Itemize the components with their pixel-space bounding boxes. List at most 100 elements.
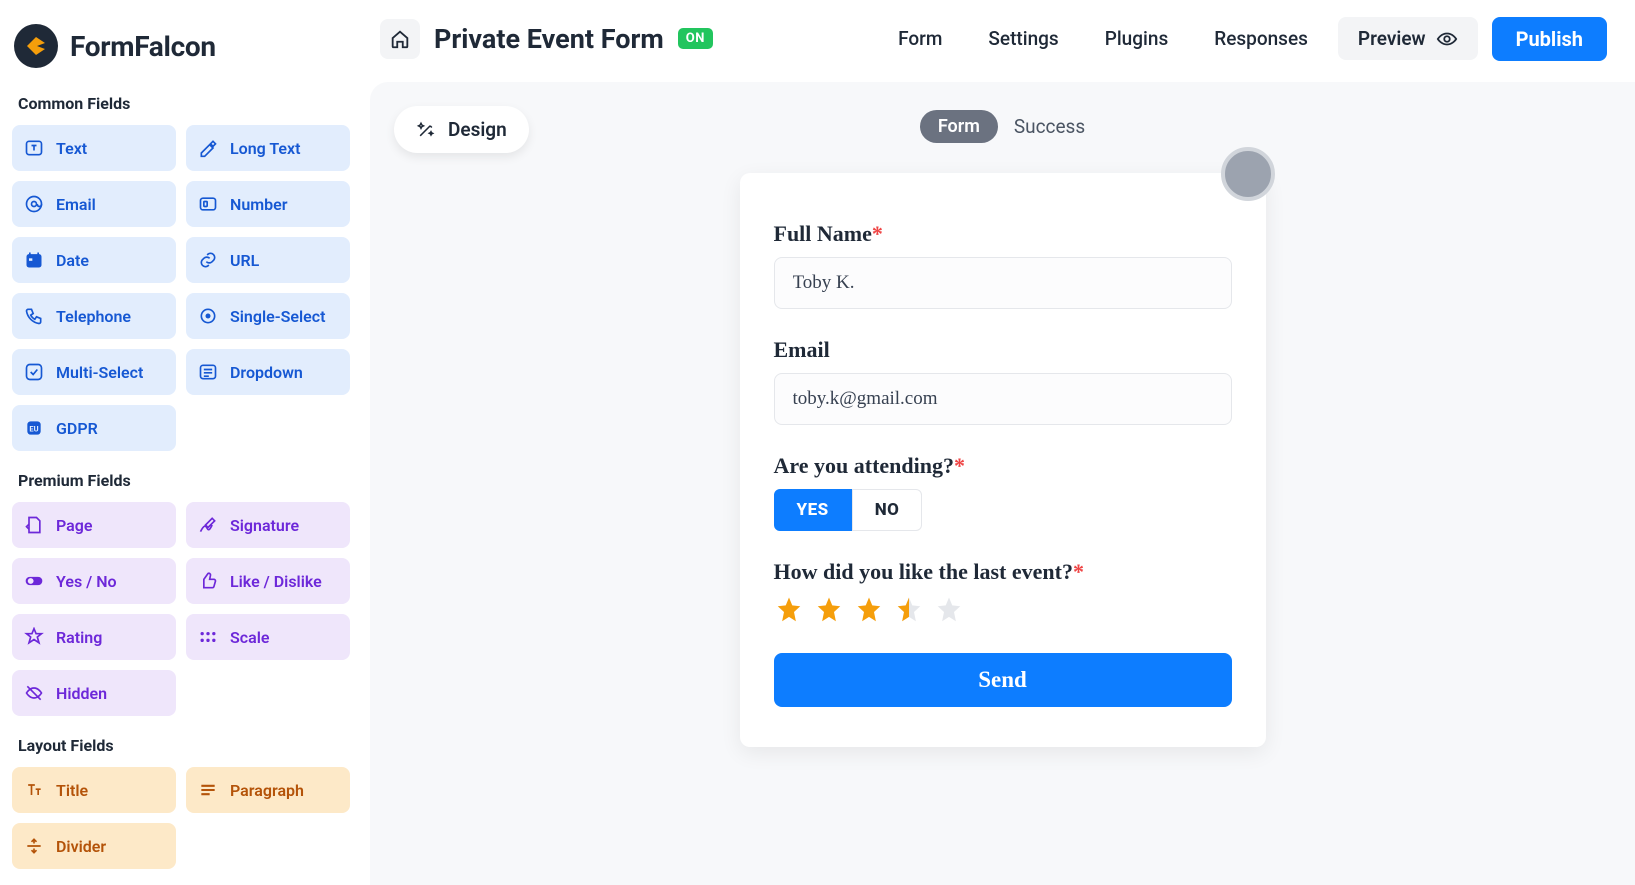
preview-label: Preview bbox=[1358, 27, 1426, 50]
status-badge: ON bbox=[678, 28, 713, 49]
field-chip-divider[interactable]: Divider bbox=[12, 823, 176, 869]
field-chip-label: Single-Select bbox=[230, 307, 325, 326]
field-label: Are you attending?* bbox=[774, 453, 1232, 479]
logo-icon bbox=[14, 24, 58, 68]
star-rating[interactable] bbox=[774, 595, 1232, 625]
field-chip-label: Telephone bbox=[56, 307, 131, 326]
form-card: Full Name* Email Are you attending?* Y bbox=[740, 173, 1266, 747]
field-chip-page[interactable]: Page bbox=[12, 502, 176, 548]
field-chip-yes-no[interactable]: Yes / No bbox=[12, 558, 176, 604]
nav-settings[interactable]: Settings bbox=[972, 19, 1074, 58]
field-chip-multi-select[interactable]: Multi-Select bbox=[12, 349, 176, 395]
field-chip-scale[interactable]: Scale bbox=[186, 614, 350, 660]
workarea: Design Form Success Full Name* Email bbox=[370, 82, 1635, 885]
divider-icon bbox=[24, 836, 44, 856]
home-icon bbox=[389, 28, 411, 50]
no-button[interactable]: NO bbox=[852, 489, 923, 531]
field-full-name: Full Name* bbox=[774, 221, 1232, 309]
field-chip-label: Long Text bbox=[230, 139, 301, 158]
section-title-layout: Layout Fields bbox=[18, 736, 350, 755]
brand-name: FormFalcon bbox=[70, 30, 216, 63]
field-chip-rating[interactable]: Rating bbox=[12, 614, 176, 660]
eye-icon bbox=[1436, 28, 1458, 50]
rating-icon bbox=[24, 627, 44, 647]
field-chip-label: Hidden bbox=[56, 684, 107, 703]
field-chip-label: Multi-Select bbox=[56, 363, 143, 382]
multi-select-icon bbox=[24, 362, 44, 382]
dropdown-icon bbox=[198, 362, 218, 382]
star-icon[interactable] bbox=[814, 595, 844, 625]
required-marker: * bbox=[954, 453, 965, 478]
preview-button[interactable]: Preview bbox=[1338, 17, 1478, 60]
field-chip-label: Title bbox=[56, 781, 88, 800]
field-chip-label: Rating bbox=[56, 628, 102, 647]
field-chip-label: Paragraph bbox=[230, 781, 304, 800]
field-chip-gdpr[interactable]: EU GDPR bbox=[12, 405, 176, 451]
wand-icon bbox=[416, 120, 436, 140]
field-chip-telephone[interactable]: Telephone bbox=[12, 293, 176, 339]
star-icon[interactable] bbox=[774, 595, 804, 625]
field-chip-paragraph[interactable]: Paragraph bbox=[186, 767, 350, 813]
publish-button[interactable]: Publish bbox=[1492, 17, 1607, 61]
field-rating: How did you like the last event?* bbox=[774, 559, 1232, 625]
label-text: Email bbox=[774, 337, 830, 362]
field-chip-url[interactable]: URL bbox=[186, 237, 350, 283]
svg-text:EU: EU bbox=[29, 424, 38, 433]
field-chip-signature[interactable]: Signature bbox=[186, 502, 350, 548]
star-icon[interactable] bbox=[854, 595, 884, 625]
full-name-input[interactable] bbox=[774, 257, 1232, 309]
text-icon bbox=[24, 138, 44, 158]
field-chip-label: Like / Dislike bbox=[230, 572, 322, 591]
required-marker: * bbox=[872, 221, 883, 246]
topbar: Private Event Form ON Form Settings Plug… bbox=[370, 0, 1635, 78]
field-chip-title[interactable]: Title bbox=[12, 767, 176, 813]
field-chip-label: URL bbox=[230, 251, 259, 270]
single-select-icon bbox=[198, 306, 218, 326]
field-chip-label: Dropdown bbox=[230, 363, 303, 382]
section-title-common: Common Fields bbox=[18, 94, 350, 113]
tab-success[interactable]: Success bbox=[1014, 115, 1085, 138]
field-chip-label: GDPR bbox=[56, 419, 98, 438]
field-chip-label: Scale bbox=[230, 628, 269, 647]
field-chip-label: Email bbox=[56, 195, 96, 214]
tab-form[interactable]: Form bbox=[920, 110, 998, 143]
like-icon bbox=[198, 571, 218, 591]
submit-button[interactable]: Send bbox=[774, 653, 1232, 707]
field-chip-long-text[interactable]: Long Text bbox=[186, 125, 350, 171]
main: Private Event Form ON Form Settings Plug… bbox=[370, 0, 1635, 885]
home-button[interactable] bbox=[380, 19, 420, 59]
logo[interactable]: FormFalcon bbox=[14, 24, 350, 68]
common-fields-grid: Text Long Text Email Number Date URL Tel… bbox=[12, 125, 350, 451]
field-email: Email bbox=[774, 337, 1232, 425]
field-attending: Are you attending?* YES NO bbox=[774, 453, 1232, 531]
long-text-icon bbox=[198, 138, 218, 158]
email-icon bbox=[24, 194, 44, 214]
gdpr-icon: EU bbox=[24, 418, 44, 438]
toggle-icon bbox=[24, 571, 44, 591]
field-label: Full Name* bbox=[774, 221, 1232, 247]
nav-plugins[interactable]: Plugins bbox=[1089, 19, 1185, 58]
field-chip-single-select[interactable]: Single-Select bbox=[186, 293, 350, 339]
field-chip-dropdown[interactable]: Dropdown bbox=[186, 349, 350, 395]
star-empty-icon[interactable] bbox=[934, 595, 964, 625]
scale-icon bbox=[198, 627, 218, 647]
field-chip-email[interactable]: Email bbox=[12, 181, 176, 227]
field-chip-date[interactable]: Date bbox=[12, 237, 176, 283]
yes-button[interactable]: YES bbox=[774, 489, 852, 531]
avatar[interactable] bbox=[1221, 147, 1275, 201]
label-text: Full Name bbox=[774, 221, 872, 246]
sidebar: FormFalcon Common Fields Text Long Text … bbox=[0, 0, 370, 885]
form-title: Private Event Form bbox=[434, 23, 664, 55]
field-chip-number[interactable]: Number bbox=[186, 181, 350, 227]
field-label: Email bbox=[774, 337, 1232, 363]
design-button[interactable]: Design bbox=[394, 106, 529, 153]
title-icon bbox=[24, 780, 44, 800]
field-chip-text[interactable]: Text bbox=[12, 125, 176, 171]
premium-fields-grid: Page Signature Yes / No Like / Dislike R… bbox=[12, 502, 350, 716]
nav-responses[interactable]: Responses bbox=[1198, 19, 1324, 58]
nav-form[interactable]: Form bbox=[882, 19, 958, 58]
star-half-icon[interactable] bbox=[894, 595, 924, 625]
field-chip-like-dislike[interactable]: Like / Dislike bbox=[186, 558, 350, 604]
email-input[interactable] bbox=[774, 373, 1232, 425]
field-chip-hidden[interactable]: Hidden bbox=[12, 670, 176, 716]
